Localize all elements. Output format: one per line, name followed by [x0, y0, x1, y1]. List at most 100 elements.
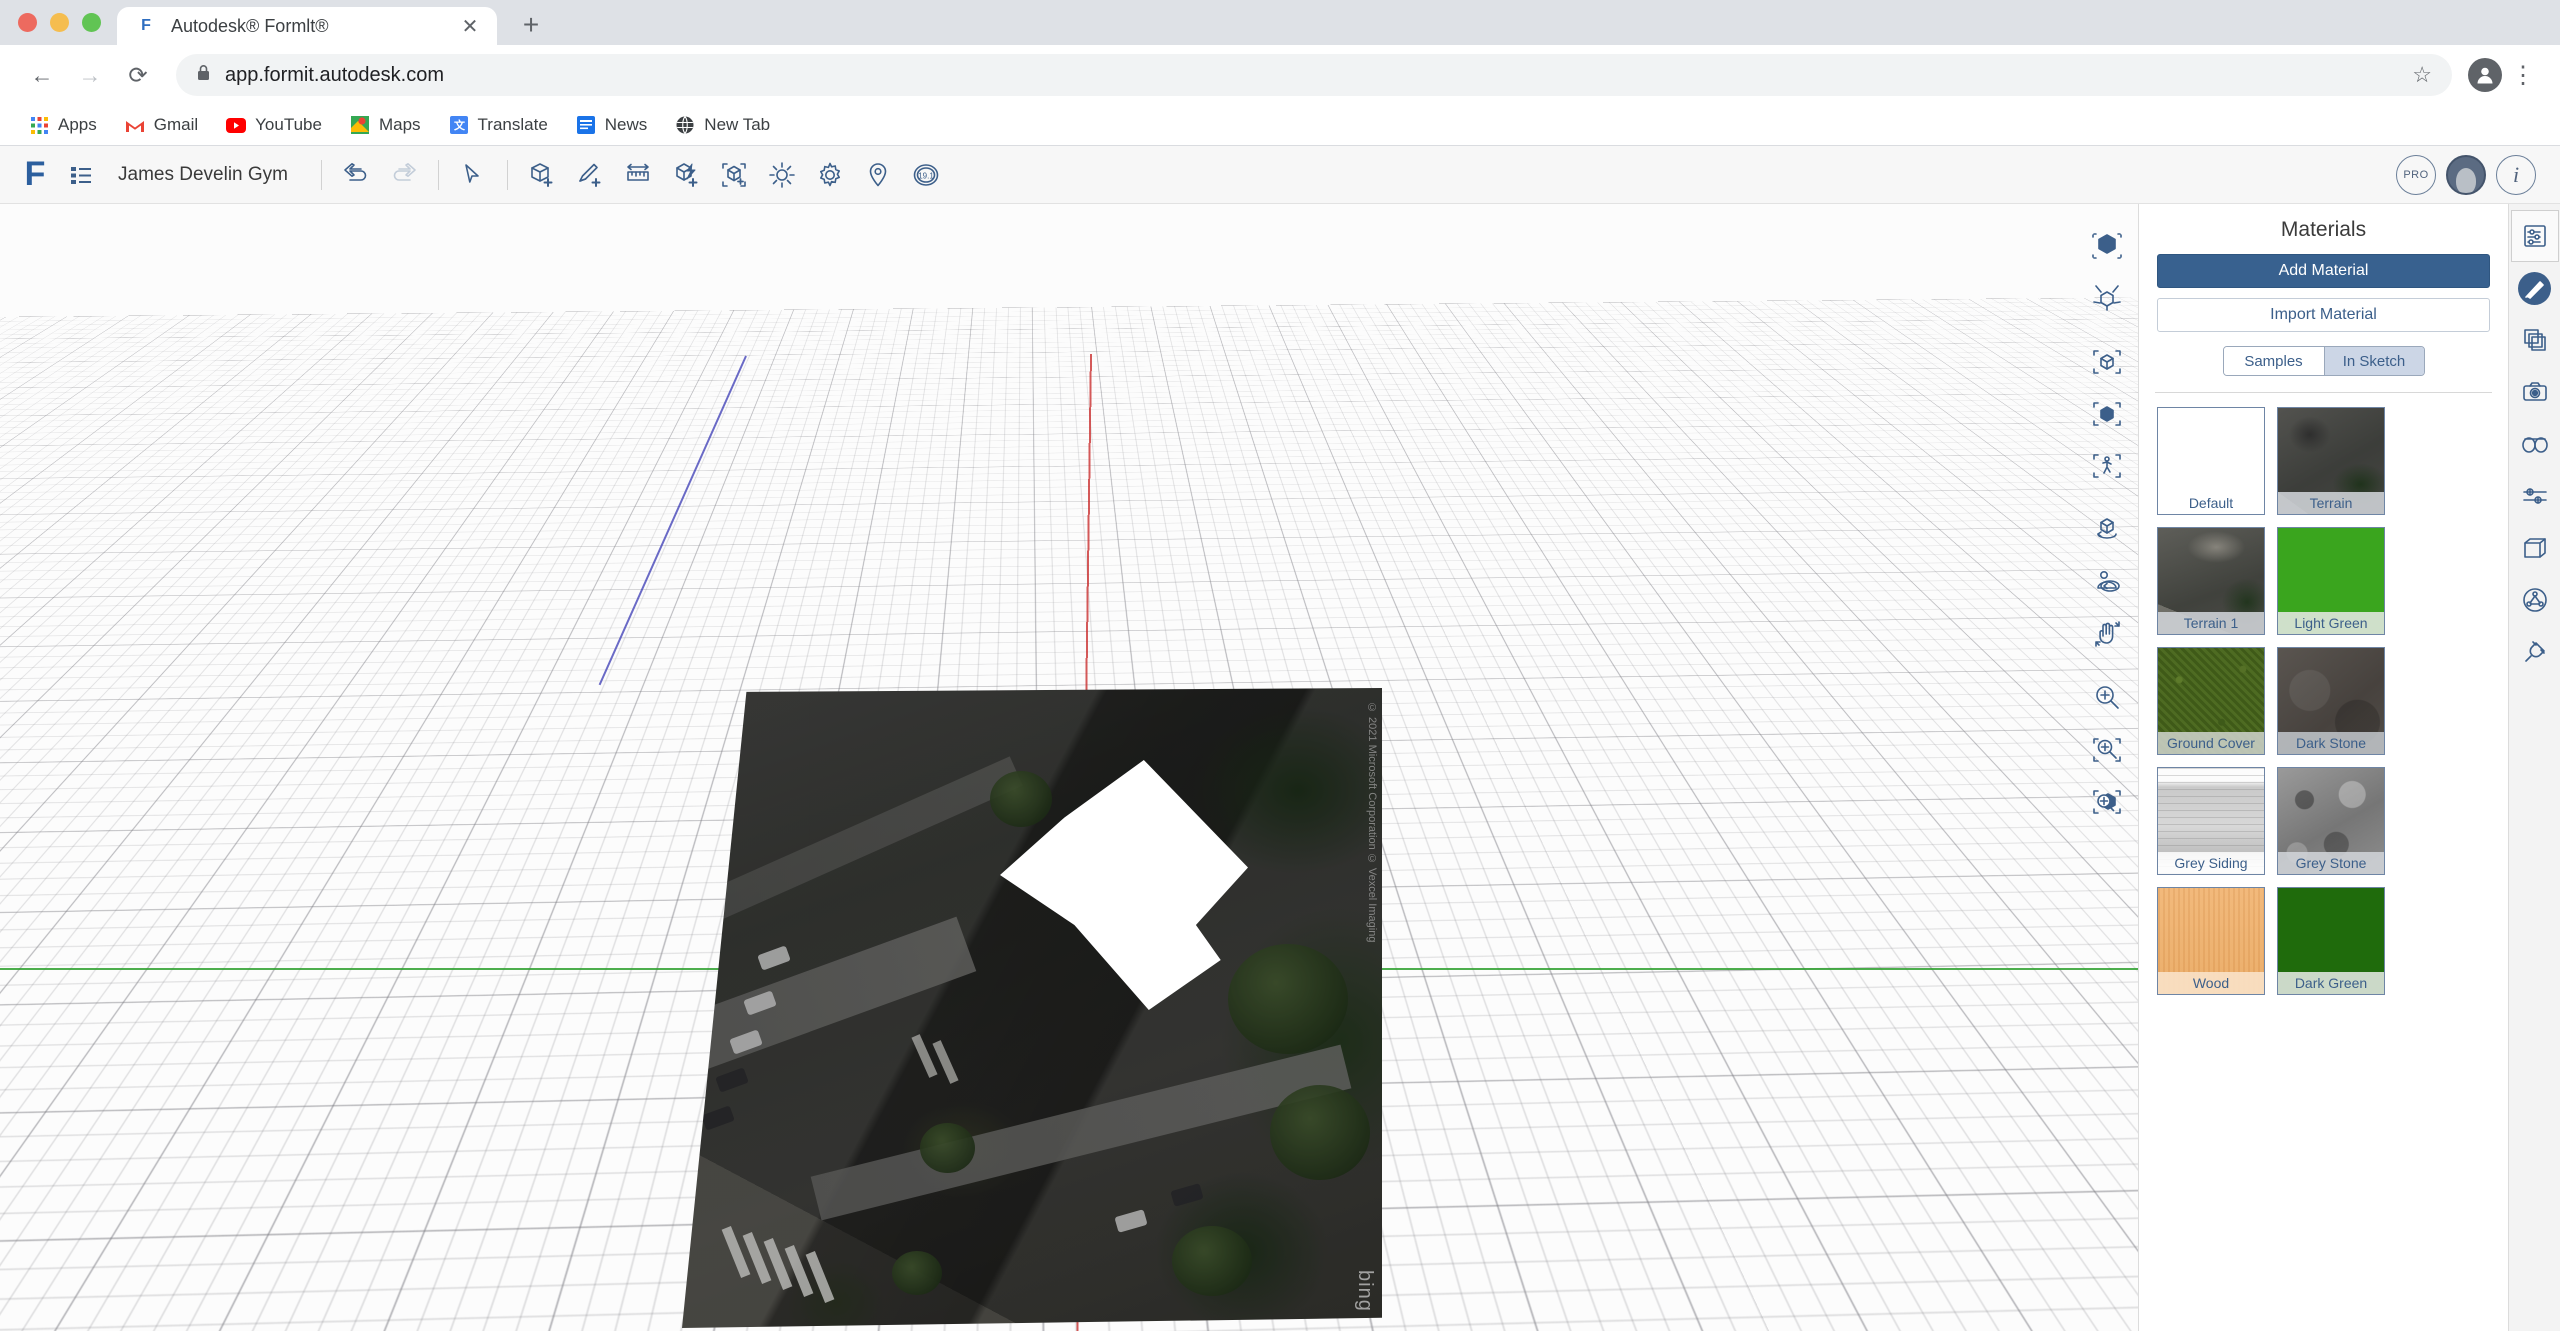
redo-icon[interactable]	[381, 152, 427, 198]
tab-strip: F Autodesk® Formlt® ✕ +	[0, 0, 2560, 45]
import-material-button[interactable]: Import Material	[2157, 298, 2490, 332]
close-window-button[interactable]	[18, 13, 37, 32]
version-badge-icon[interactable]: 19.1	[903, 152, 949, 198]
browser-toolbar: ← → ⟳ app.formit.autodesk.com ☆ ⋮	[0, 45, 2560, 105]
gmail-icon	[125, 115, 145, 135]
material-swatch-terrain[interactable]: Terrain	[2277, 407, 2385, 515]
tab-samples[interactable]: Samples	[2223, 347, 2324, 375]
camera-panel-icon[interactable]	[2511, 366, 2559, 418]
zoom-window-icon[interactable]	[2079, 724, 2135, 776]
undo-icon[interactable]	[333, 152, 379, 198]
svg-text:文: 文	[454, 118, 466, 132]
satellite-terrain-image[interactable]: © 2021 Microsoft Corporation © Vexcel Im…	[682, 688, 1382, 1328]
bookmark-youtube[interactable]: YouTube	[215, 110, 333, 140]
swatch-label: Dark Green	[2278, 972, 2384, 994]
bookmark-translate[interactable]: 文 Translate	[438, 110, 559, 140]
pro-badge[interactable]: PRO	[2396, 154, 2436, 195]
swatch-label: Default	[2188, 495, 2234, 511]
minimize-window-button[interactable]	[50, 13, 69, 32]
pan-icon[interactable]	[2079, 608, 2135, 660]
new-tab-button[interactable]: +	[511, 9, 551, 41]
bookmark-new-tab[interactable]: New Tab	[664, 110, 781, 140]
look-around-icon[interactable]	[2079, 556, 2135, 608]
bookmark-label: Translate	[477, 115, 548, 134]
window-controls[interactable]	[18, 0, 117, 45]
bookmark-label: YouTube	[255, 115, 322, 134]
maximize-window-button[interactable]	[82, 13, 101, 32]
back-button[interactable]: ←	[20, 53, 64, 97]
material-swatch-dark-green[interactable]: Dark Green	[2277, 887, 2385, 995]
add-material-button[interactable]: Add Material	[2157, 254, 2490, 288]
browser-menu-button[interactable]: ⋮	[2506, 61, 2540, 90]
plugins-icon[interactable]	[2511, 626, 2559, 678]
sun-settings-icon[interactable]	[759, 152, 805, 198]
panel-title: Materials	[2280, 218, 2367, 241]
fit-selection-icon[interactable]	[2079, 336, 2135, 388]
explode-icon[interactable]	[2079, 272, 2135, 324]
group-icon[interactable]	[711, 152, 757, 198]
select-cursor-icon[interactable]	[450, 152, 496, 198]
3d-viewport[interactable]: © 2021 Microsoft Corporation © Vexcel Im…	[0, 204, 2138, 1331]
material-swatch-grid: Default Terrain Terrain 1 Light Green Gr…	[2139, 393, 2508, 1009]
menu-list-icon[interactable]	[58, 152, 104, 198]
zoom-icon[interactable]	[2079, 672, 2135, 724]
profile-avatar[interactable]	[2468, 58, 2502, 92]
viewport-tool-strip	[2076, 220, 2138, 828]
bookmark-gmail[interactable]: Gmail	[114, 110, 209, 140]
materials-active-indicator	[2518, 271, 2551, 305]
formit-app: F James Develin Gym 19.1 PRO i © 2021 Mi…	[0, 146, 2560, 1331]
translate-icon: 文	[449, 115, 469, 135]
add-solid-icon[interactable]	[519, 152, 565, 198]
analysis-icon[interactable]	[2511, 574, 2559, 626]
dynamo-bolt-icon[interactable]	[663, 152, 709, 198]
zoom-selection-icon[interactable]	[2079, 776, 2135, 828]
walk-person-icon[interactable]	[2079, 440, 2135, 492]
info-button[interactable]: i	[2496, 154, 2536, 195]
youtube-icon	[226, 115, 247, 135]
material-swatch-dark-stone[interactable]: Dark Stone	[2277, 647, 2385, 755]
bookmark-news[interactable]: News	[565, 110, 659, 140]
fit-all-icon[interactable]	[2079, 388, 2135, 440]
browser-tab[interactable]: F Autodesk® Formlt® ✕	[117, 7, 497, 45]
toolbar-right-group: PRO i	[2396, 154, 2546, 195]
material-swatch-wood[interactable]: Wood	[2157, 887, 2265, 995]
bookmark-label: Maps	[378, 115, 421, 134]
tab-in-sketch[interactable]: In Sketch	[2323, 347, 2424, 375]
material-swatch-grey-stone[interactable]: Grey Stone	[2277, 767, 2385, 875]
settings-gear-icon[interactable]	[807, 152, 853, 198]
reload-button[interactable]: ⟳	[116, 53, 160, 97]
material-swatch-light-green[interactable]: Light Green	[2277, 527, 2385, 635]
terrain-copyright: © 2021 Microsoft Corporation © Vexcel Im…	[1366, 702, 1378, 943]
user-avatar[interactable]	[2446, 154, 2486, 195]
visual-styles-icon[interactable]	[2511, 418, 2559, 470]
orbit-icon[interactable]	[2079, 504, 2135, 556]
swatch-label: Wood	[2158, 972, 2264, 994]
orbit-cube-icon[interactable]	[2079, 220, 2135, 272]
material-swatch-default[interactable]: Default	[2157, 407, 2265, 515]
measure-icon[interactable]	[615, 152, 661, 198]
location-pin-icon[interactable]	[855, 152, 901, 198]
swatch-label: Terrain 1	[2158, 612, 2264, 634]
lock-icon	[196, 64, 211, 86]
materials-panel-icon[interactable]	[2511, 262, 2559, 314]
layers-panel-icon[interactable]	[2511, 314, 2559, 366]
bookmark-label: Apps	[58, 115, 97, 134]
properties-panel-icon[interactable]	[2510, 210, 2559, 262]
forward-button[interactable]: →	[68, 53, 112, 97]
material-swatch-grey-siding[interactable]: Grey Siding	[2157, 767, 2265, 875]
sections-icon[interactable]	[2511, 522, 2559, 574]
address-bar[interactable]: app.formit.autodesk.com ☆	[176, 54, 2452, 96]
project-name[interactable]: James Develin Gym	[106, 164, 310, 186]
bookmark-maps[interactable]: Maps	[339, 110, 432, 140]
sketch-pencil-icon[interactable]	[567, 152, 613, 198]
material-swatch-terrain-1[interactable]: Terrain 1	[2157, 527, 2265, 635]
close-tab-button[interactable]: ✕	[457, 14, 483, 39]
material-swatch-ground-cover[interactable]: Ground Cover	[2157, 647, 2265, 755]
settings-sliders-icon[interactable]	[2511, 470, 2559, 522]
tab-title: Autodesk® Formlt®	[171, 15, 329, 36]
bookmark-star-icon[interactable]: ☆	[2412, 62, 2432, 88]
panel-icon-rail	[2508, 204, 2560, 1331]
swatch-label: Grey Siding	[2158, 852, 2264, 874]
formit-logo[interactable]: F	[14, 154, 56, 196]
bookmark-apps[interactable]: Apps	[18, 110, 108, 140]
